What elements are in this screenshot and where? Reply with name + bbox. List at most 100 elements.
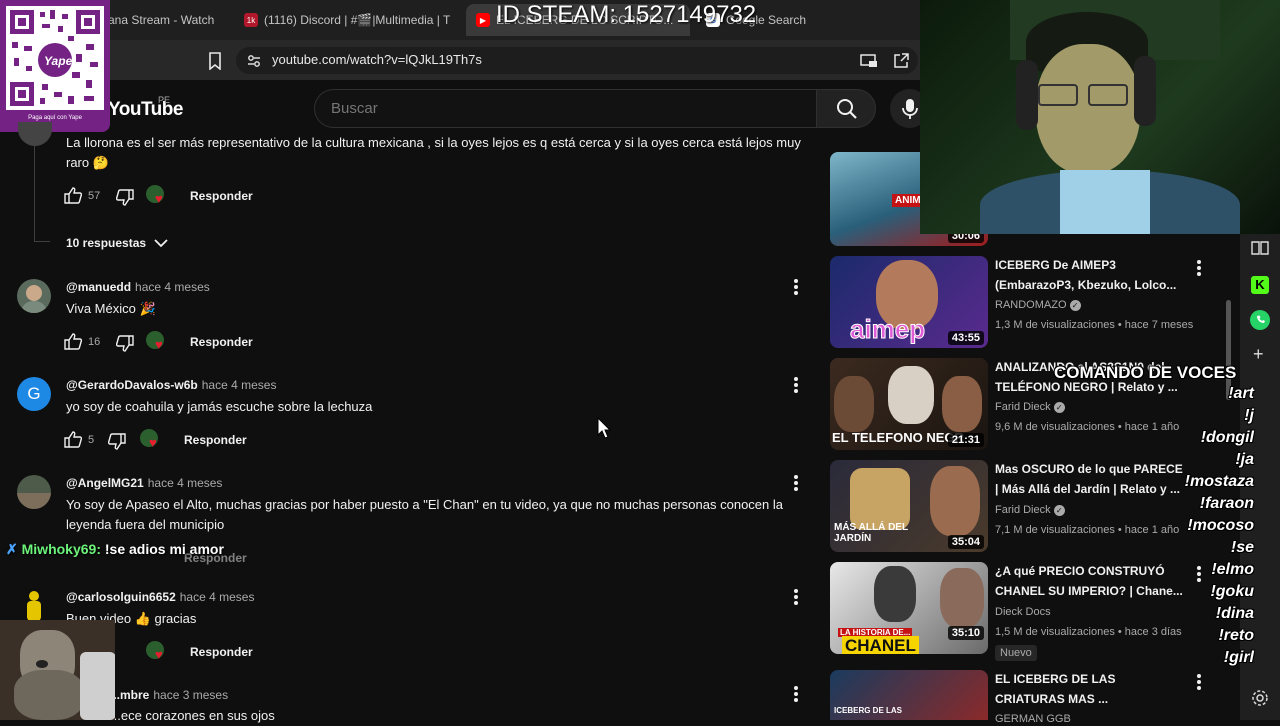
mouse-cursor-icon xyxy=(597,417,611,439)
video-title[interactable]: ¿A qué PRECIO CONSTRUYÓ CHANEL SU IMPERI… xyxy=(995,561,1185,601)
dislike-icon[interactable] xyxy=(116,335,134,352)
reply-button[interactable]: Responder xyxy=(190,335,253,349)
tab-stream-label: ana Stream - Watch L xyxy=(108,13,218,27)
thread-line-end xyxy=(34,241,50,242)
comment-author[interactable]: @AngelMG21 hace 4 meses xyxy=(66,476,222,490)
comment-author[interactable]: @manuedd hace 4 meses xyxy=(66,280,210,294)
avatar[interactable] xyxy=(18,122,52,146)
avatar[interactable]: G xyxy=(17,377,51,411)
thumbnail-text: CHANEL xyxy=(842,636,919,654)
kick-icon[interactable]: K xyxy=(1251,276,1269,294)
tab-stream[interactable]: ana Stream - Watch L xyxy=(108,8,218,32)
share-icon[interactable] xyxy=(892,52,910,70)
more-options-icon[interactable] xyxy=(1197,566,1201,582)
voice-command: !j xyxy=(1244,407,1254,424)
verified-icon: ✓ xyxy=(1053,505,1065,516)
thread-line xyxy=(34,132,35,242)
video-duration: 21:31 xyxy=(947,433,984,447)
chat-username: Miwhoky69: xyxy=(21,541,101,557)
like-icon[interactable] xyxy=(64,333,82,350)
author-handle: @AngelMG21 xyxy=(66,476,144,490)
comment-author[interactable]: @GerardoDavalos-w6b hace 4 meses xyxy=(66,378,276,392)
voice-command: !dina xyxy=(1215,605,1254,622)
video-thumbnail[interactable]: LA HISTORIA DE... CHANEL 35:10 xyxy=(830,562,988,654)
author-handle: @carlosolguin6652 xyxy=(66,590,176,604)
voice-command: !girl xyxy=(1223,649,1254,666)
video-thumbnail[interactable]: EL TELEFONO NEGR 21:31 xyxy=(830,358,988,450)
more-options-icon[interactable] xyxy=(794,377,798,393)
more-options-icon[interactable] xyxy=(1197,260,1201,276)
thumbnail-text: aimep xyxy=(849,314,926,345)
more-options-icon[interactable] xyxy=(794,475,798,491)
reading-list-icon[interactable] xyxy=(1251,240,1269,256)
stream-id-overlay: ID STEAM: 1527149732 xyxy=(496,1,757,28)
reply-button[interactable]: Responder xyxy=(190,189,253,203)
comment-text: Viva México 🎉 xyxy=(66,301,156,316)
commands-title: COMANDO DE VOCES xyxy=(1054,363,1237,382)
comment-author[interactable]: ...mbre hace 3 meses xyxy=(110,688,228,702)
creator-heart-icon: ♥ xyxy=(140,429,162,451)
add-icon[interactable]: + xyxy=(1253,344,1264,365)
channel-label: RANDOMAZO xyxy=(995,299,1067,311)
discord-tab-icon: 1k xyxy=(244,13,258,27)
search-icon xyxy=(837,99,857,119)
bookmark-icon[interactable] xyxy=(207,52,223,70)
dislike-icon[interactable] xyxy=(116,189,134,206)
voice-command: !faraon xyxy=(1199,495,1254,512)
yape-qr-panel: Yape Paga aquí con Yape xyxy=(0,0,110,132)
channel-name[interactable]: Farid Dieck ✓ xyxy=(995,401,1065,413)
video-title[interactable]: Mas OSCURO de lo que PARECE | Más Allá d… xyxy=(995,459,1185,499)
youtube-logo[interactable]: YouTube xyxy=(108,99,183,121)
comment-text: ...ece corazones en sus ojos xyxy=(110,708,275,723)
site-settings-icon[interactable] xyxy=(246,53,262,69)
video-title[interactable]: EL ICEBERG DE LAS CRIATURAS MAS ... xyxy=(995,669,1185,709)
avatar[interactable] xyxy=(17,475,51,509)
like-icon[interactable] xyxy=(64,431,82,448)
stream-chat-message: ✗ Miwhoky69: !se adios mi amor xyxy=(6,541,224,558)
channel-name[interactable]: RANDOMAZO ✓ xyxy=(995,299,1081,311)
dislike-icon[interactable] xyxy=(108,433,126,450)
video-thumbnail[interactable]: ICEBERG DE LAS xyxy=(830,670,988,720)
author-handle: @GerardoDavalos-w6b xyxy=(66,378,198,392)
video-meta: 1,3 M de visualizaciones • hace 7 meses xyxy=(995,319,1194,331)
comment-text: La llorona es el ser más representativo … xyxy=(66,135,801,170)
verified-icon: ✓ xyxy=(1069,300,1081,311)
more-options-icon[interactable] xyxy=(794,279,798,295)
comment-author[interactable]: @carlosolguin6652 hace 4 meses xyxy=(66,590,254,604)
avatar[interactable] xyxy=(17,589,51,623)
channel-name[interactable]: Dieck Docs xyxy=(995,606,1051,618)
voice-command: !reto xyxy=(1218,627,1254,644)
comment-time: hace 4 meses xyxy=(201,378,277,392)
replies-toggle[interactable]: 10 respuestas xyxy=(66,236,168,250)
channel-label: Farid Dieck xyxy=(995,401,1051,413)
more-options-icon[interactable] xyxy=(794,589,798,605)
more-options-icon[interactable] xyxy=(1197,674,1201,690)
comment-text: Yo soy de Apaseo el Alto, muchas gracias… xyxy=(66,497,783,532)
verified-icon: ✓ xyxy=(1053,402,1065,413)
tab-discord[interactable]: 1k (1116) Discord | #🎬|Multimedia | T xyxy=(244,8,450,32)
creator-heart-icon: ♥ xyxy=(146,185,168,207)
browser-tab-bar: ana Stream - Watch L 1k (1116) Discord |… xyxy=(0,0,920,40)
voice-command: !ja xyxy=(1235,451,1254,468)
avatar[interactable] xyxy=(17,279,51,313)
video-thumbnail[interactable]: aimep 43:55 xyxy=(830,256,988,348)
gear-icon[interactable] xyxy=(1251,689,1269,707)
url-text[interactable]: youtube.com/watch?v=lQJkL19Th7s xyxy=(272,52,482,67)
channel-name[interactable]: GERMAN GGB xyxy=(995,713,1071,725)
comment-time: hace 3 meses xyxy=(153,688,229,702)
channel-name[interactable]: Farid Dieck ✓ xyxy=(995,504,1065,516)
like-count: 5 xyxy=(88,434,95,446)
cast-icon[interactable] xyxy=(860,53,878,69)
video-thumbnail[interactable]: MÁS ALLÁ DEL JARDÍN 35:04 xyxy=(830,460,988,552)
yape-logo: Yape xyxy=(44,54,73,68)
reply-button[interactable]: Responder xyxy=(184,433,247,447)
like-icon[interactable] xyxy=(64,187,82,204)
reply-button[interactable]: Responder xyxy=(190,645,253,659)
author-handle: @manuedd xyxy=(66,280,132,294)
search-input[interactable] xyxy=(314,89,816,128)
whatsapp-icon[interactable] xyxy=(1250,310,1270,330)
voice-command: !dongil xyxy=(1200,429,1254,446)
more-options-icon[interactable] xyxy=(794,686,798,702)
search-button[interactable] xyxy=(816,89,876,128)
video-title[interactable]: ICEBERG De AIMEP3 (EmbarazoP3, Kbezuko, … xyxy=(995,255,1185,295)
